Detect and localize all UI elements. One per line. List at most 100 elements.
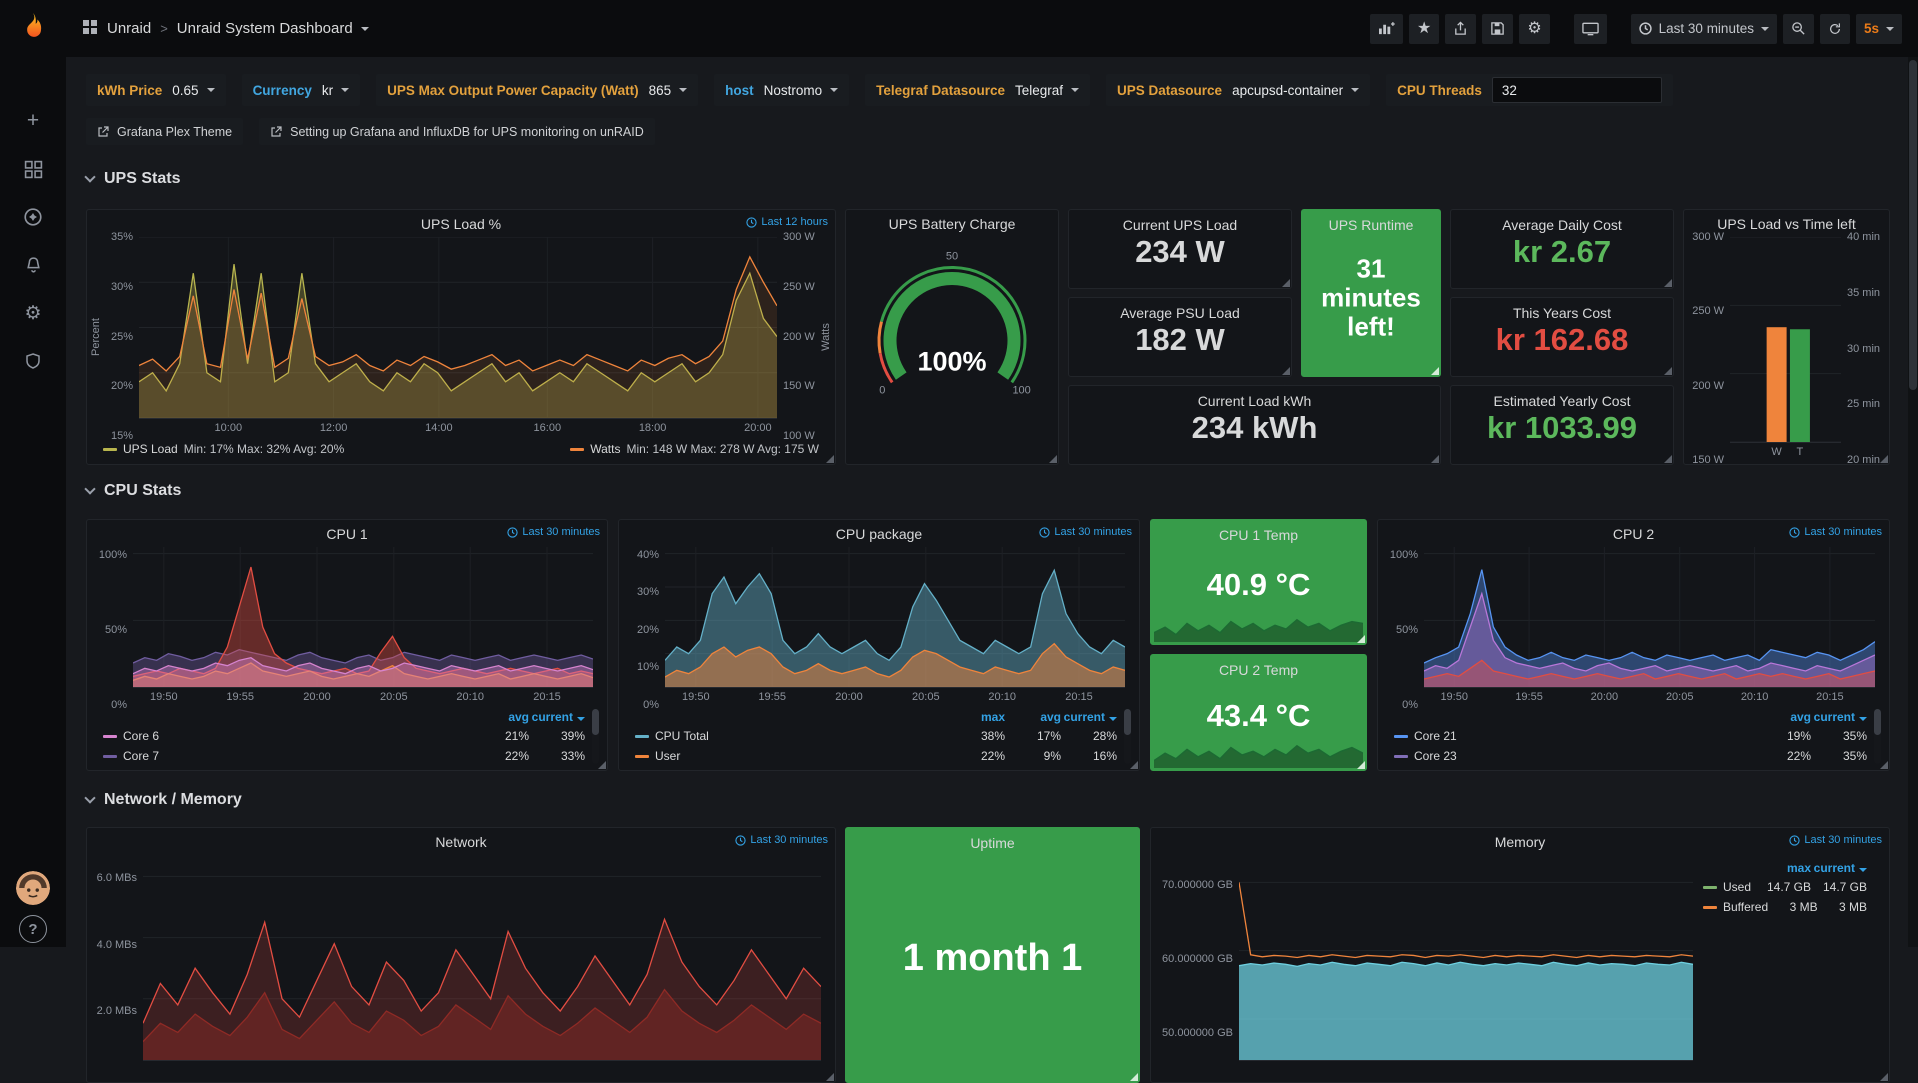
legend-scrollbar-thumb[interactable] <box>1124 709 1131 735</box>
star-dashboard-button[interactable]: ★ <box>1409 14 1439 44</box>
legend-series-name[interactable]: Used <box>1703 880 1755 894</box>
panel-title[interactable]: Uptime <box>846 835 1139 851</box>
panel-resize-handle[interactable] <box>1880 455 1888 463</box>
variable-currency[interactable]: Currency kr <box>242 74 361 106</box>
panel-title[interactable]: UPS Runtime <box>1302 217 1440 233</box>
panel-title[interactable]: CPU 2 <box>1613 526 1654 542</box>
variable-host[interactable]: host Nostromo <box>714 74 849 106</box>
legend-item[interactable]: WattsMin: 148 W Max: 278 W Avg: 175 W <box>570 442 819 456</box>
share-dashboard-button[interactable] <box>1445 14 1476 44</box>
legend-series-name[interactable]: Core 6 <box>103 729 473 743</box>
sidebar-dashboards-button[interactable] <box>13 152 53 186</box>
panel-resize-handle[interactable] <box>1880 1073 1888 1081</box>
sidebar-admin-button[interactable] <box>13 344 53 378</box>
legend-header-current[interactable]: current <box>1811 710 1867 724</box>
add-panel-button[interactable] <box>1370 14 1403 44</box>
panel-title[interactable]: Current UPS Load <box>1069 217 1291 233</box>
panel-resize-handle[interactable] <box>1357 761 1365 769</box>
cycle-view-button[interactable] <box>1574 14 1607 44</box>
panel-time-badge[interactable]: Last 30 minutes <box>1789 834 1882 846</box>
section-cpu-stats[interactable]: CPU Stats <box>86 482 181 500</box>
zoom-out-button[interactable] <box>1783 14 1814 44</box>
variable-telegraf-datasource[interactable]: Telegraf Datasource Telegraf <box>865 74 1090 106</box>
panel-title[interactable]: UPS Load % <box>421 216 501 232</box>
legend-header-current[interactable]: current <box>1811 861 1867 875</box>
panel-title[interactable]: CPU 1 Temp <box>1151 527 1366 543</box>
legend-item[interactable]: User22%9%16% <box>635 746 1117 766</box>
panel-resize-handle[interactable] <box>1664 367 1672 375</box>
legend-scrollbar[interactable] <box>592 709 599 764</box>
panel-resize-handle[interactable] <box>1282 367 1290 375</box>
sidebar-alerting-button[interactable] <box>13 248 53 282</box>
save-dashboard-button[interactable] <box>1482 14 1513 44</box>
panel-time-badge[interactable]: Last 30 minutes <box>1789 526 1882 538</box>
legend-scrollbar[interactable] <box>1124 709 1131 764</box>
legend-scrollbar-thumb[interactable] <box>592 709 599 735</box>
variable-kwh-price[interactable]: kWh Price 0.65 <box>86 74 226 106</box>
panel-title[interactable]: Estimated Yearly Cost <box>1451 393 1673 409</box>
legend-header-max[interactable]: max <box>949 710 1005 724</box>
breadcrumb-folder[interactable]: Unraid <box>107 20 151 37</box>
panel-resize-handle[interactable] <box>598 761 606 769</box>
panel-resize-handle[interactable] <box>826 1073 834 1081</box>
panel-time-badge[interactable]: Last 30 minutes <box>507 526 600 538</box>
panel-time-badge[interactable]: Last 30 minutes <box>735 834 828 846</box>
legend-series-name[interactable]: Core 23 <box>1394 749 1755 763</box>
time-range-picker[interactable]: Last 30 minutes <box>1631 14 1777 44</box>
panel-title[interactable]: CPU 1 <box>326 526 367 542</box>
panel-resize-handle[interactable] <box>1357 635 1365 643</box>
page-scrollbar[interactable] <box>1908 57 1918 947</box>
legend-item[interactable]: Buffered3 MB3 MB <box>1703 897 1867 917</box>
cpu-threads-input[interactable] <box>1492 77 1662 103</box>
legend-header-max[interactable]: max <box>1755 861 1811 875</box>
legend-scrollbar[interactable] <box>1874 709 1881 764</box>
panel-resize-handle[interactable] <box>1130 761 1138 769</box>
legend-series-name[interactable]: User <box>635 749 949 763</box>
refresh-button[interactable] <box>1820 14 1850 44</box>
panel-time-badge[interactable]: Last 30 minutes <box>1039 526 1132 538</box>
legend-item[interactable]: Core 621%39% <box>103 726 585 746</box>
legend-item[interactable]: Core 722%33% <box>103 746 585 766</box>
panel-resize-handle[interactable] <box>1282 279 1290 287</box>
panel-resize-handle[interactable] <box>1130 1073 1138 1081</box>
panel-resize-handle[interactable] <box>1880 761 1888 769</box>
panel-title[interactable]: This Years Cost <box>1451 305 1673 321</box>
section-ups-stats[interactable]: UPS Stats <box>86 170 180 188</box>
legend-item[interactable]: CPU Total38%17%28% <box>635 726 1117 746</box>
legend-series-name[interactable]: CPU Total <box>635 729 949 743</box>
panel-title[interactable]: Network <box>435 834 486 850</box>
panel-title[interactable]: Current Load kWh <box>1069 393 1440 409</box>
legend-series-name[interactable]: Core 21 <box>1394 729 1755 743</box>
dashboard-title[interactable]: Unraid System Dashboard <box>177 20 369 37</box>
panel-title[interactable]: CPU package <box>836 526 922 542</box>
help-button[interactable]: ? <box>19 915 47 943</box>
dashboard-link-ups-monitoring[interactable]: Setting up Grafana and InfluxDB for UPS … <box>259 118 655 145</box>
sidebar-create-button[interactable]: + <box>13 104 53 138</box>
dashboard-settings-button[interactable]: ⚙ <box>1519 14 1549 44</box>
legend-header-avg[interactable]: avg <box>1005 710 1061 724</box>
refresh-interval-picker[interactable]: 5s <box>1856 14 1902 44</box>
legend-series-name[interactable]: Buffered <box>1703 900 1768 914</box>
panel-title[interactable]: Memory <box>1495 834 1546 850</box>
sidebar-explore-button[interactable] <box>13 200 53 234</box>
legend-series-name[interactable]: Core 7 <box>103 749 473 763</box>
user-avatar[interactable] <box>16 871 50 905</box>
legend-header-current[interactable]: current <box>1061 710 1117 724</box>
panel-resize-handle[interactable] <box>1664 279 1672 287</box>
panel-resize-handle[interactable] <box>1431 455 1439 463</box>
panel-resize-handle[interactable] <box>826 455 834 463</box>
panel-title[interactable]: Average Daily Cost <box>1451 217 1673 233</box>
legend-item[interactable]: Used14.7 GB14.7 GB <box>1703 877 1867 897</box>
legend-header-avg[interactable]: avg <box>1755 710 1811 724</box>
legend-item[interactable]: Core 2322%35% <box>1394 746 1867 766</box>
panel-resize-handle[interactable] <box>1049 455 1057 463</box>
panel-title[interactable]: UPS Battery Charge <box>889 216 1016 232</box>
dashboard-link-plex-theme[interactable]: Grafana Plex Theme <box>86 118 243 145</box>
legend-item[interactable]: UPS LoadMin: 17% Max: 32% Avg: 20% <box>103 442 344 456</box>
panel-time-badge[interactable]: Last 12 hours <box>746 216 828 228</box>
legend-item[interactable]: Core 2119%35% <box>1394 726 1867 746</box>
legend-header-avg[interactable]: avg <box>473 710 529 724</box>
grafana-logo[interactable] <box>0 0 66 56</box>
variable-ups-datasource[interactable]: UPS Datasource apcupsd-container <box>1106 74 1370 106</box>
legend-header-current[interactable]: current <box>529 710 585 724</box>
